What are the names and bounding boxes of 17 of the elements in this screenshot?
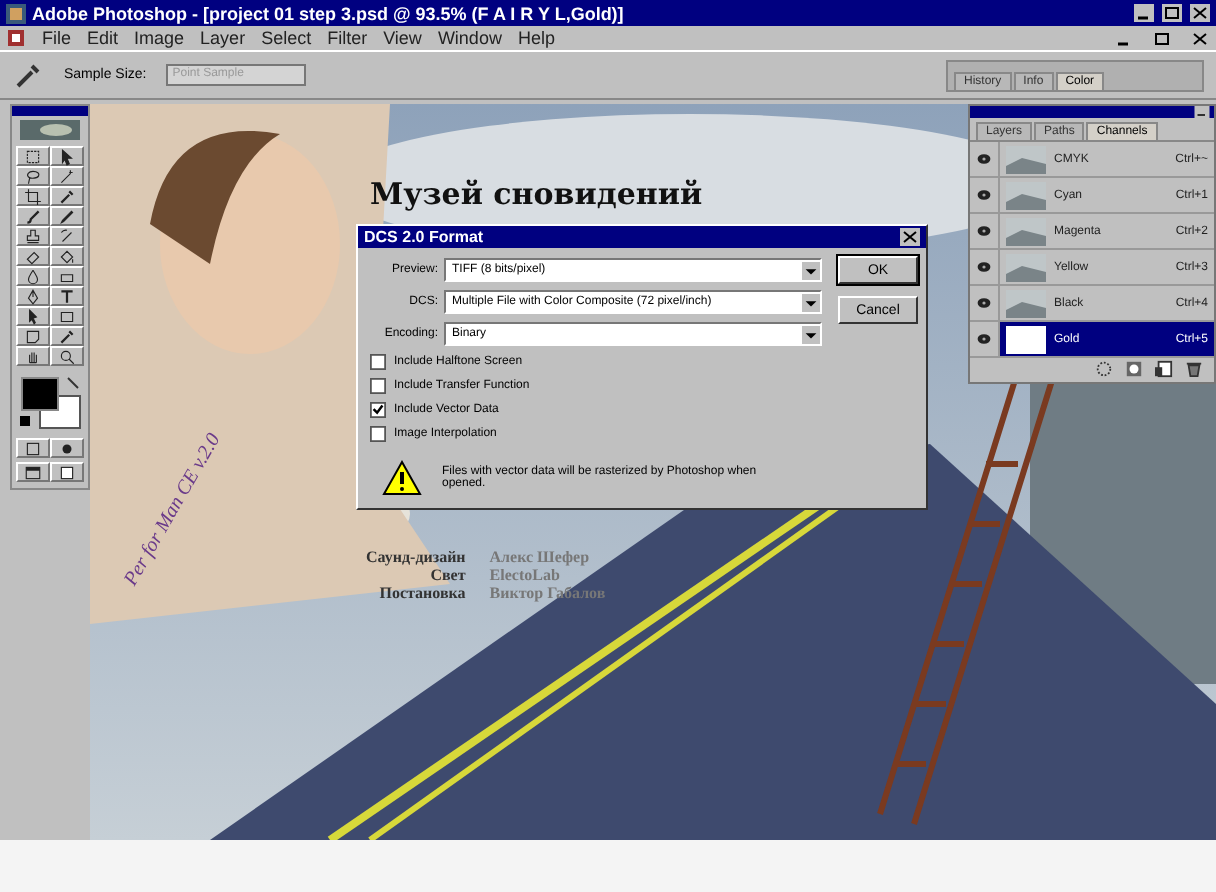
menu-item[interactable]: Help bbox=[517, 28, 555, 48]
window-title: Adobe Photoshop - [project 01 step 3.psd @ 93.5% (F A I R Y L,Gold)] bbox=[32, 3, 624, 23]
credit-role: Свет bbox=[428, 566, 466, 584]
credit-role: Саунд-дизайн bbox=[366, 548, 466, 566]
credit-name: Алекс Шефер bbox=[489, 548, 592, 566]
credit-role: Постановка bbox=[377, 584, 466, 602]
menu-item[interactable]: Select bbox=[261, 28, 312, 48]
menu-item[interactable]: Layer bbox=[200, 28, 246, 48]
menu-item[interactable]: Image bbox=[134, 28, 185, 48]
menu-item[interactable]: View bbox=[383, 28, 422, 48]
menu-item[interactable]: File bbox=[42, 28, 72, 48]
menu-item[interactable]: Edit bbox=[87, 28, 119, 48]
menu-item[interactable]: Window bbox=[437, 28, 502, 48]
dialog-title: DCS 2.0 Format bbox=[364, 228, 484, 246]
credit-name: ElectoLab bbox=[489, 566, 562, 584]
menu-item[interactable]: Filter bbox=[327, 28, 368, 48]
poster-heading: Музей сновидений bbox=[370, 176, 703, 212]
